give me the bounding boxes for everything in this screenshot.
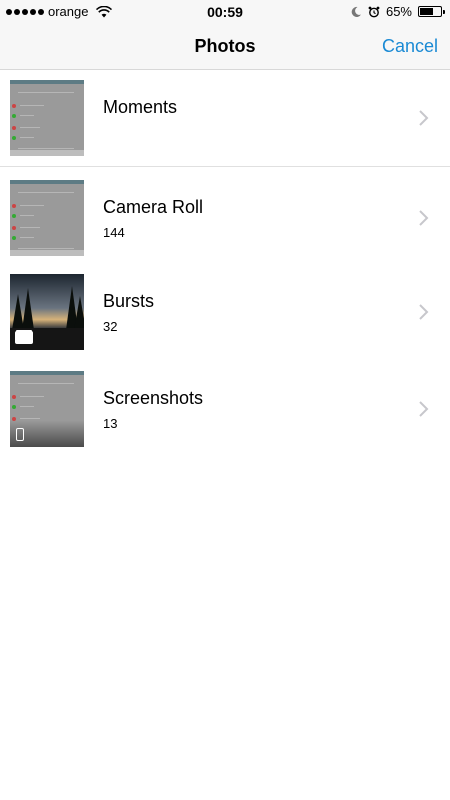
screenshot-icon xyxy=(16,428,24,441)
album-row-camera-roll[interactable]: Camera Roll 144 xyxy=(0,167,450,264)
album-row-screenshots[interactable]: Screenshots 13 xyxy=(0,361,450,458)
album-list: Moments Camera Roll 144 Bursts 32 Screen… xyxy=(0,70,450,458)
album-thumbnail xyxy=(10,371,84,447)
status-bar: orange 00:59 65% xyxy=(0,0,450,24)
cancel-button[interactable]: Cancel xyxy=(382,36,438,57)
nav-bar: Photos Cancel xyxy=(0,24,450,70)
moon-icon xyxy=(351,6,361,17)
album-thumbnail xyxy=(10,180,84,256)
chevron-right-icon xyxy=(419,110,429,126)
battery-icon xyxy=(418,6,445,17)
album-title: Camera Roll xyxy=(103,197,204,217)
album-thumbnail xyxy=(10,274,84,350)
alarm-icon xyxy=(368,6,380,17)
album-title: Bursts xyxy=(103,291,155,311)
album-row-moments[interactable]: Moments xyxy=(0,70,450,167)
album-count: 144 xyxy=(103,225,125,240)
battery-percentage: 65% xyxy=(385,4,412,19)
album-thumbnail xyxy=(10,80,84,156)
chevron-right-icon xyxy=(419,304,429,320)
chevron-right-icon xyxy=(419,210,429,226)
status-right: 65% xyxy=(350,4,445,19)
album-count: 13 xyxy=(103,416,118,431)
album-row-bursts[interactable]: Bursts 32 xyxy=(0,264,450,361)
album-count: 32 xyxy=(103,319,118,334)
album-title: Moments xyxy=(103,97,178,117)
burst-icon xyxy=(15,331,33,344)
chevron-right-icon xyxy=(419,401,429,417)
album-title: Screenshots xyxy=(103,388,204,408)
